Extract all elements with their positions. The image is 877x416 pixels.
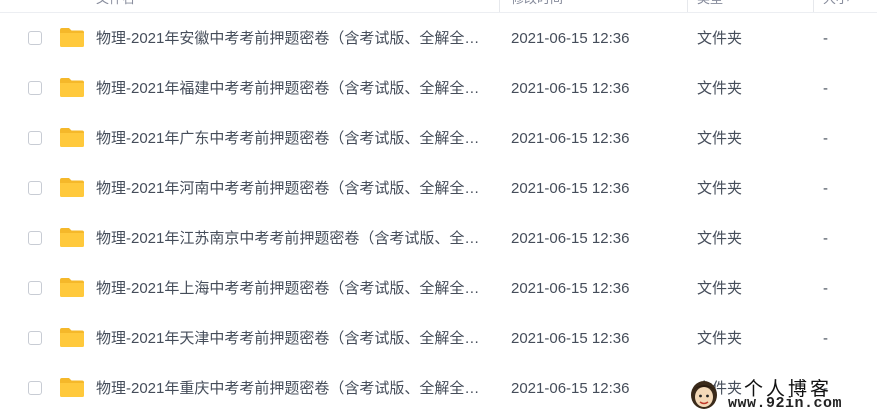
table-row[interactable]: 物理-2021年上海中考考前押题密卷（含考试版、全解全… 2021-06-15 …	[0, 264, 877, 314]
header-name[interactable]: 文件名	[96, 0, 135, 12]
row-checkbox[interactable]	[28, 131, 42, 145]
folder-icon	[60, 228, 84, 247]
file-size: -	[823, 330, 828, 347]
row-checkbox[interactable]	[28, 181, 42, 195]
table-row[interactable]: 物理-2021年天津中考考前押题密卷（含考试版、全解全… 2021-06-15 …	[0, 314, 877, 364]
header-divider	[687, 0, 688, 12]
file-size: -	[823, 30, 828, 47]
header-type[interactable]: 类型	[697, 0, 723, 12]
header-size[interactable]: 大小	[823, 0, 849, 12]
row-checkbox[interactable]	[28, 81, 42, 95]
file-name[interactable]: 物理-2021年福建中考考前押题密卷（含考试版、全解全…	[96, 80, 486, 98]
file-size: -	[823, 180, 828, 197]
file-size: -	[823, 280, 828, 297]
file-type: 文件夹	[697, 230, 743, 247]
avatar-icon	[691, 381, 717, 409]
file-type: 文件夹	[697, 130, 743, 147]
modified-time: 2021-06-15 12:36	[511, 380, 630, 397]
file-name[interactable]: 物理-2021年广东中考考前押题密卷（含考试版、全解全…	[96, 130, 486, 148]
modified-time: 2021-06-15 12:36	[511, 180, 630, 197]
file-size: -	[823, 130, 828, 147]
file-size: -	[823, 80, 828, 97]
file-type: 文件夹	[697, 180, 743, 197]
file-name[interactable]: 物理-2021年上海中考考前押题密卷（含考试版、全解全…	[96, 280, 486, 298]
file-type: 文件夹	[697, 30, 743, 47]
table-row[interactable]: 物理-2021年广东中考考前押题密卷（含考试版、全解全… 2021-06-15 …	[0, 114, 877, 164]
file-type: 文件夹	[697, 330, 743, 347]
header-divider	[813, 0, 814, 12]
modified-time: 2021-06-15 12:36	[511, 230, 630, 247]
table-row[interactable]: 物理-2021年福建中考考前押题密卷（含考试版、全解全… 2021-06-15 …	[0, 64, 877, 114]
row-checkbox[interactable]	[28, 231, 42, 245]
modified-time: 2021-06-15 12:36	[511, 80, 630, 97]
file-name[interactable]: 物理-2021年江苏南京中考考前押题密卷（含考试版、全…	[96, 230, 486, 248]
file-name[interactable]: 物理-2021年安徽中考考前押题密卷（含考试版、全解全…	[96, 30, 486, 48]
file-list-page: 文件名 修改时间 类型 大小 物理-2021年安徽中考考前押题密卷（含考试版、全…	[0, 0, 877, 416]
row-checkbox[interactable]	[28, 31, 42, 45]
folder-icon	[60, 328, 84, 347]
file-name[interactable]: 物理-2021年天津中考考前押题密卷（含考试版、全解全…	[96, 330, 486, 348]
modified-time: 2021-06-15 12:36	[511, 30, 630, 47]
file-type: 文件夹	[697, 280, 743, 297]
folder-icon	[60, 28, 84, 47]
row-checkbox[interactable]	[28, 281, 42, 295]
table-row[interactable]: 物理-2021年安徽中考考前押题密卷（含考试版、全解全… 2021-06-15 …	[0, 14, 877, 64]
modified-time: 2021-06-15 12:36	[511, 130, 630, 147]
file-list: 物理-2021年安徽中考考前押题密卷（含考试版、全解全… 2021-06-15 …	[0, 14, 877, 414]
header-time[interactable]: 修改时间	[511, 0, 563, 12]
header-divider	[499, 0, 500, 12]
modified-time: 2021-06-15 12:36	[511, 280, 630, 297]
file-name[interactable]: 物理-2021年河南中考考前押题密卷（含考试版、全解全…	[96, 180, 486, 198]
folder-icon	[60, 178, 84, 197]
row-checkbox[interactable]	[28, 381, 42, 395]
row-checkbox[interactable]	[28, 331, 42, 345]
table-row[interactable]: 物理-2021年江苏南京中考考前押题密卷（含考试版、全… 2021-06-15 …	[0, 214, 877, 264]
folder-icon	[60, 78, 84, 97]
folder-icon	[60, 378, 84, 397]
watermark-url[interactable]: www.92in.com	[728, 395, 842, 412]
modified-time: 2021-06-15 12:36	[511, 330, 630, 347]
file-size: -	[823, 230, 828, 247]
watermark: 个人博客 www.92in.com	[684, 371, 877, 416]
table-header: 文件名 修改时间 类型 大小	[0, 0, 877, 13]
folder-icon	[60, 278, 84, 297]
file-type: 文件夹	[697, 80, 743, 97]
folder-icon	[60, 128, 84, 147]
file-name[interactable]: 物理-2021年重庆中考考前押题密卷（含考试版、全解全…	[96, 380, 486, 398]
table-row[interactable]: 物理-2021年河南中考考前押题密卷（含考试版、全解全… 2021-06-15 …	[0, 164, 877, 214]
